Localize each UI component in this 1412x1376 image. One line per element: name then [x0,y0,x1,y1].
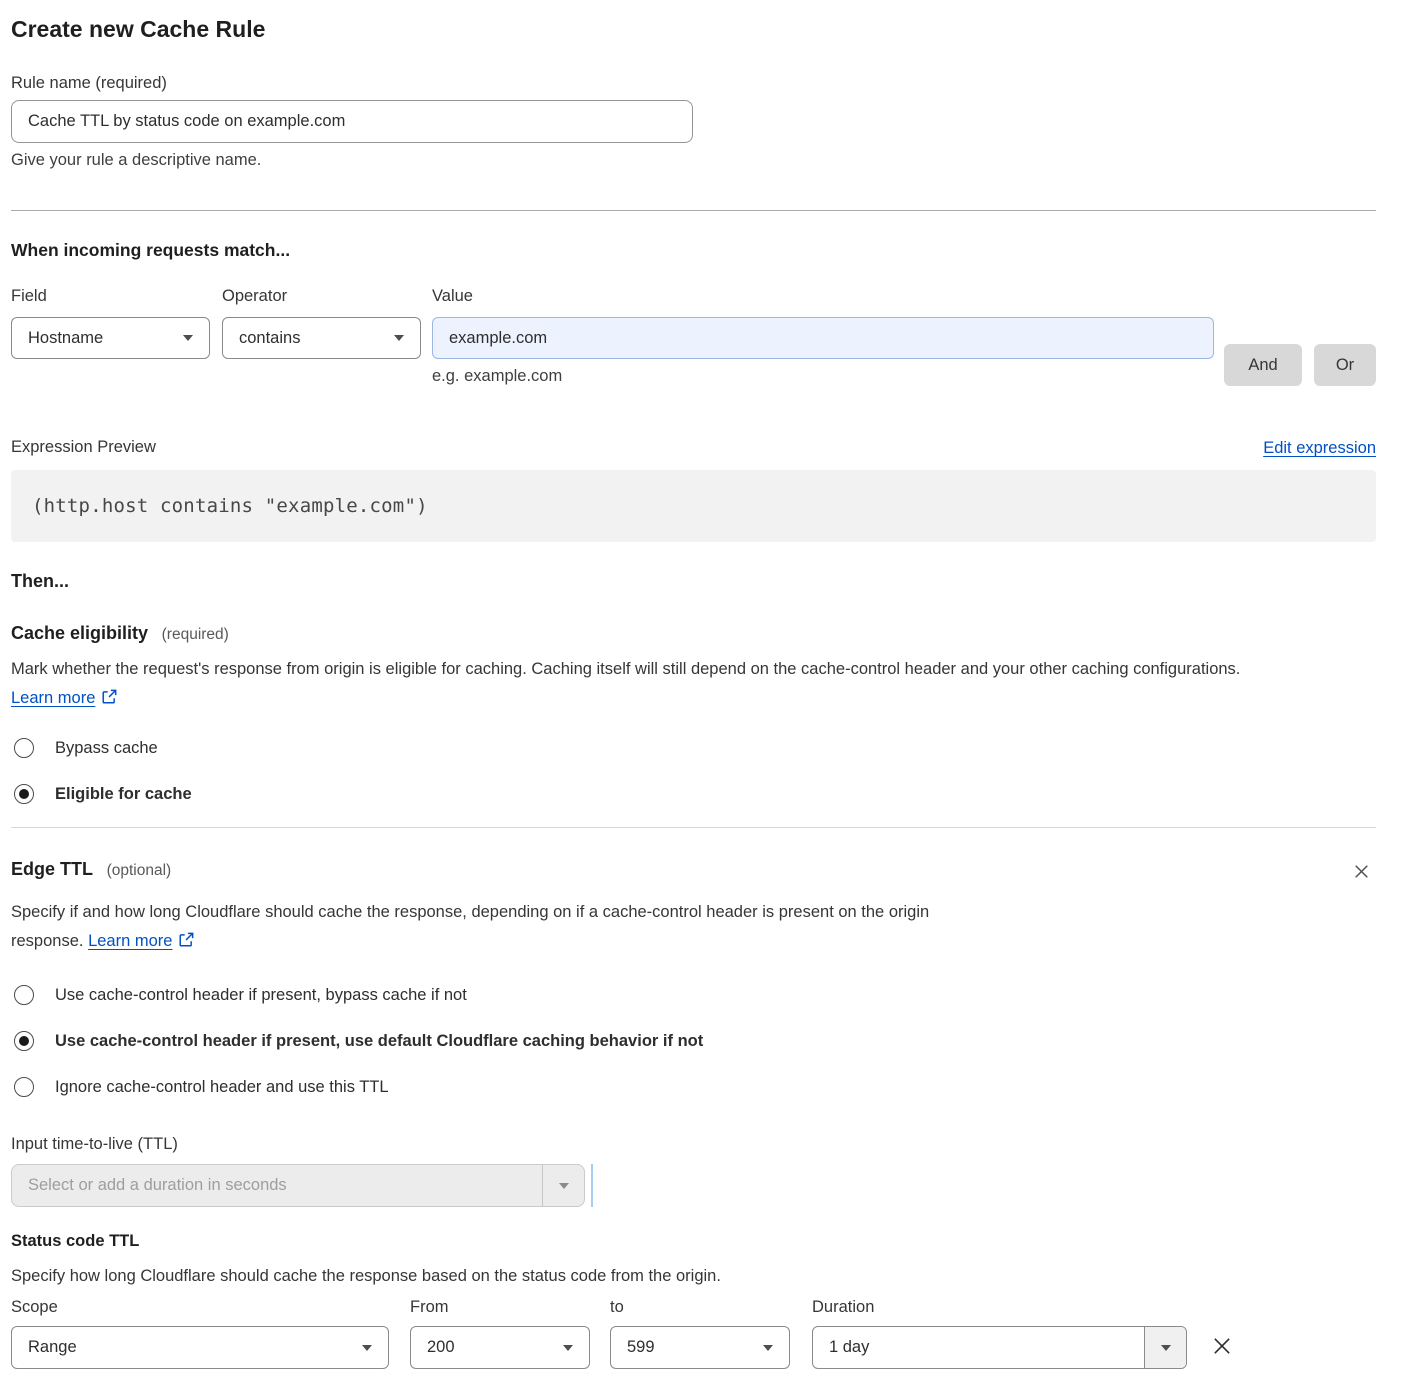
create-cache-rule-page: Create new Cache Rule Rule name (require… [0,0,1412,1376]
radio-label: Eligible for cache [55,785,192,804]
scope-select-value: Range [28,1338,77,1357]
remove-row-button[interactable] [1209,1333,1235,1362]
duration-label: Duration [812,1296,1187,1318]
section-divider [11,210,1376,211]
chevron-down-icon [362,1345,372,1351]
duration-arrow-segment[interactable] [1144,1327,1186,1368]
scope-label: Scope [11,1296,389,1318]
required-badge: (required) [162,626,229,643]
chevron-down-icon [763,1345,773,1351]
external-link-icon [178,929,195,958]
and-button[interactable]: And [1224,344,1302,386]
expression-preview-block: (http.host contains "example.com") [11,470,1376,542]
duration-select-value: 1 day [813,1338,885,1357]
from-label: From [410,1296,590,1318]
radio-use-header-bypass[interactable]: Use cache-control header if present, byp… [11,985,1376,1005]
close-icon [1211,1345,1233,1360]
optional-badge: (optional) [107,862,172,879]
radio-label: Bypass cache [55,739,158,758]
radio-icon [14,1077,34,1097]
chevron-down-icon [394,335,404,341]
radio-bypass-cache[interactable]: Bypass cache [11,738,1376,758]
radio-icon [14,784,34,804]
match-heading: When incoming requests match... [11,238,1376,262]
scope-select[interactable]: Range [11,1326,389,1369]
radio-ignore-header-use-ttl[interactable]: Ignore cache-control header and use this… [11,1077,1376,1097]
from-select[interactable]: 200 [410,1326,590,1369]
ttl-duration-placeholder: Select or add a duration in seconds [12,1176,303,1195]
expression-code: (http.host contains "example.com") [32,495,428,517]
duration-select[interactable]: 1 day [812,1326,1187,1369]
edit-expression-link[interactable]: Edit expression [1263,439,1376,458]
expression-preview-label: Expression Preview [11,436,156,458]
value-input[interactable] [432,317,1214,359]
radio-label: Use cache-control header if present, byp… [55,986,467,1005]
cache-eligibility-learn-more-link[interactable]: Learn more [11,689,95,707]
radio-icon [14,1031,34,1051]
edge-ttl-close-button[interactable] [1349,859,1374,887]
ttl-duration-arrow-segment[interactable] [542,1165,584,1206]
chevron-down-icon [183,335,193,341]
text-cursor-line [591,1164,593,1207]
radio-use-header-default[interactable]: Use cache-control header if present, use… [11,1031,1376,1051]
field-label: Field [11,285,210,307]
rule-name-label: Rule name (required) [11,72,1376,94]
operator-select[interactable]: contains [222,317,421,359]
cache-eligibility-heading: Cache eligibility [11,623,148,643]
radio-icon [14,985,34,1005]
field-select[interactable]: Hostname [11,317,210,359]
radio-icon [14,738,34,758]
to-label: to [610,1296,790,1318]
status-code-ttl-description: Specify how long Cloudflare should cache… [11,1264,1376,1288]
edge-ttl-heading: Edge TTL [11,859,93,879]
edge-ttl-learn-more-link[interactable]: Learn more [88,932,172,950]
edge-ttl-description: Specify if and how long Cloudflare shoul… [11,898,1001,958]
then-heading: Then... [11,569,1376,593]
rule-name-help: Give your rule a descriptive name. [11,151,1376,170]
value-label: Value [432,285,1214,307]
chevron-down-icon [559,1183,569,1189]
cache-eligibility-description: Mark whether the request's response from… [11,655,1251,715]
or-button[interactable]: Or [1314,344,1376,386]
match-expression-row: Field Hostname Operator contains Value e… [11,285,1376,386]
page-title: Create new Cache Rule [11,14,1376,44]
close-icon [1351,870,1372,885]
chevron-down-icon [1161,1345,1171,1351]
from-select-value: 200 [427,1338,455,1357]
field-select-value: Hostname [28,329,103,348]
radio-eligible-for-cache[interactable]: Eligible for cache [11,784,1376,804]
to-select-value: 599 [627,1338,655,1357]
cache-eligibility-description-text: Mark whether the request's response from… [11,660,1240,678]
radio-label: Use cache-control header if present, use… [55,1032,703,1051]
external-link-icon [101,686,118,715]
section-divider [11,827,1376,828]
to-select[interactable]: 599 [610,1326,790,1369]
chevron-down-icon [563,1345,573,1351]
operator-label: Operator [222,285,421,307]
operator-select-value: contains [239,329,300,348]
ttl-input-label: Input time-to-live (TTL) [11,1133,1376,1155]
status-code-ttl-row: Range 200 599 1 day [11,1326,1376,1369]
ttl-duration-select[interactable]: Select or add a duration in seconds [11,1164,585,1207]
status-code-ttl-heading: Status code TTL [11,1232,1376,1251]
radio-label: Ignore cache-control header and use this… [55,1078,389,1097]
rule-name-input[interactable] [11,100,693,143]
value-help: e.g. example.com [432,367,1214,386]
